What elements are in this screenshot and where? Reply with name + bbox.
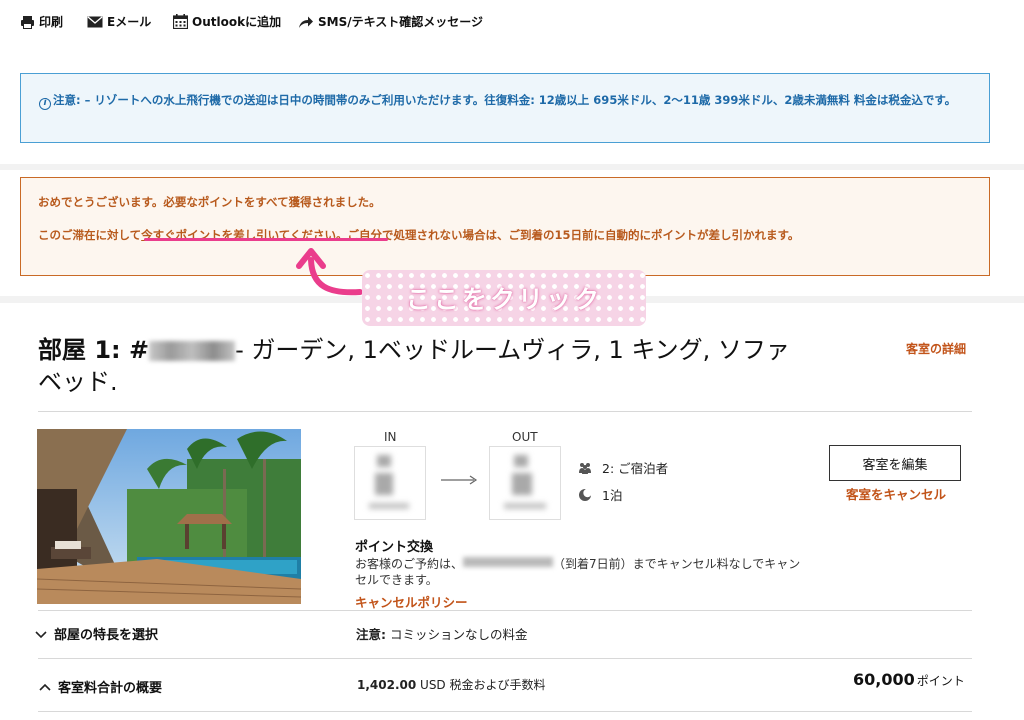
redacted-date bbox=[369, 503, 409, 509]
action-toolbar: 印刷 Eメール Outlookに追加 SMS/テキスト確認メッセージ bbox=[0, 0, 1024, 52]
print-button[interactable]: 印刷 bbox=[20, 13, 63, 30]
highlight-underline bbox=[144, 238, 388, 241]
points-deduct-prefix: このご滞在に対して bbox=[38, 228, 142, 242]
check-out-label: OUT bbox=[512, 430, 538, 444]
curved-arrow-icon bbox=[296, 248, 363, 296]
rate-summary-label: 客室料合計の概要 bbox=[58, 681, 163, 696]
calendar-icon bbox=[173, 14, 188, 29]
redacted-date bbox=[514, 455, 528, 467]
check-in-date-box bbox=[354, 446, 426, 520]
rate-summary-toggle[interactable]: 客室料合計の概要 bbox=[38, 677, 162, 696]
cancel-room-link[interactable]: 客室をキャンセル bbox=[846, 484, 946, 503]
villa-photo bbox=[37, 429, 301, 604]
check-out-date-box bbox=[489, 446, 561, 520]
printer-icon bbox=[21, 15, 34, 29]
add-to-outlook-button[interactable]: Outlookに追加 bbox=[173, 13, 281, 30]
guests-icon bbox=[579, 462, 591, 474]
points-exchange-title: ポイント交換 bbox=[355, 540, 434, 555]
share-arrow-icon bbox=[299, 16, 313, 28]
rate-note-text: コミッションなしの料金 bbox=[386, 627, 528, 642]
points-amount: 60,000 bbox=[853, 670, 915, 689]
guest-count-text: 2: ご宿泊者 bbox=[602, 461, 669, 476]
points-deduct-suffix: 。ご自分で処理されない場合は、ご到着の15日前に自動的にポイントが差し引かれます… bbox=[335, 228, 800, 242]
moon-icon bbox=[579, 488, 592, 501]
divider bbox=[38, 411, 972, 412]
redacted-date bbox=[375, 473, 393, 495]
rate-note: 注意: コミッションなしの料金 bbox=[356, 624, 527, 643]
night-count: 1泊 bbox=[578, 485, 622, 504]
reservation-page: 印刷 Eメール Outlookに追加 SMS/テキスト確認メッセージ i 注意:… bbox=[0, 0, 1024, 720]
redacted-room-id bbox=[149, 341, 236, 361]
chevron-down-icon bbox=[35, 630, 47, 638]
redacted-date bbox=[377, 455, 391, 467]
envelope-icon bbox=[87, 16, 103, 27]
seaplane-notice: i 注意: – リゾートへの水上飛行機での送迎は日中の時間帯のみご利用いただけます… bbox=[20, 73, 990, 143]
points-congrats-text: おめでとうございます。必要なポイントをすべて獲得されました。 bbox=[38, 195, 381, 209]
night-count-text: 1泊 bbox=[602, 488, 623, 503]
divider bbox=[38, 610, 972, 611]
cancellation-terms: お客様のご予約は、 （到着7日前）までキャンセル料なしでキャンセルできます。 bbox=[355, 556, 805, 588]
click-here-callout: ここをクリック bbox=[362, 270, 646, 326]
seaplane-notice-body: 注意: – リゾートへの水上飛行機での送迎は日中の時間帯のみご利用いただけます。… bbox=[53, 93, 957, 107]
guest-count: 2: ご宿泊者 bbox=[578, 458, 668, 477]
edit-room-button[interactable]: 客室を編集 bbox=[829, 445, 961, 481]
rate-note-label: 注意: bbox=[356, 627, 386, 642]
info-icon: i bbox=[39, 98, 51, 110]
chevron-up-icon bbox=[39, 683, 51, 691]
seaplane-notice-text: i 注意: – リゾートへの水上飛行機での送迎は日中の時間帯のみご利用いただけます… bbox=[39, 92, 967, 110]
sms-confirmation-label: SMS/テキスト確認メッセージ bbox=[318, 15, 484, 29]
add-to-outlook-label: Outlookに追加 bbox=[192, 15, 282, 29]
room-features-toggle[interactable]: 部屋の特長を選択 bbox=[34, 624, 158, 643]
redacted-date bbox=[463, 557, 554, 567]
click-here-text: ここをクリック bbox=[405, 285, 602, 314]
room-title: 部屋 1: # - ガーデン, 1ベッドルームヴィラ, 1 キング, ソファベッド… bbox=[38, 334, 808, 398]
check-in-label: IN bbox=[384, 430, 397, 444]
price-usd: 1,402.00 USD 税金および手数料 bbox=[357, 676, 546, 693]
email-label: Eメール bbox=[107, 15, 152, 29]
cancellation-terms-prefix: お客様のご予約は、 bbox=[355, 557, 464, 571]
email-button[interactable]: Eメール bbox=[87, 13, 151, 30]
price-currency-text: USD 税金および手数料 bbox=[416, 678, 546, 692]
print-label: 印刷 bbox=[39, 15, 64, 29]
room-details-link[interactable]: 客室の詳細 bbox=[906, 340, 966, 357]
divider bbox=[38, 711, 972, 712]
divider bbox=[38, 658, 972, 659]
points-unit: ポイント bbox=[916, 674, 965, 688]
arrow-right-icon bbox=[441, 475, 478, 485]
price-amount: 1,402.00 bbox=[357, 678, 417, 692]
redacted-date bbox=[504, 503, 546, 509]
room-number-prefix: 部屋 1: # bbox=[38, 336, 150, 364]
points-notice: おめでとうございます。必要なポイントをすべて獲得されました。 このご滞在に対して… bbox=[20, 177, 990, 276]
cancellation-policy-link[interactable]: キャンセルポリシー bbox=[355, 592, 468, 611]
sms-confirmation-button[interactable]: SMS/テキスト確認メッセージ bbox=[298, 13, 483, 30]
points-total: 60,000 ポイント bbox=[853, 670, 965, 689]
redacted-date bbox=[512, 473, 532, 495]
room-features-label: 部屋の特長を選択 bbox=[54, 628, 159, 643]
